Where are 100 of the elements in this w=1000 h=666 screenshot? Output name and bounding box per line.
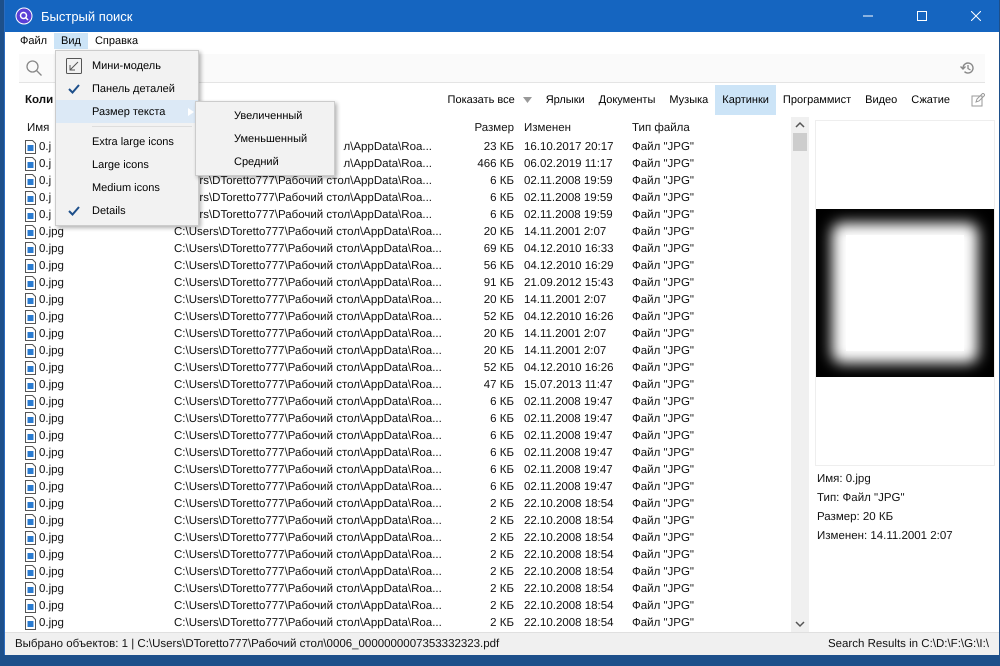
filter-tab[interactable]: Сжатие <box>904 85 957 115</box>
file-size: 6 КБ <box>489 464 515 476</box>
file-size: 6 КБ <box>489 430 515 442</box>
menu-option[interactable]: Details <box>56 199 198 222</box>
image-file-icon <box>25 310 36 324</box>
file-modified: 16.10.2017 20:17 <box>523 140 615 152</box>
file-name: 0.j <box>39 192 52 204</box>
file-modified: 22.10.2008 18:54 <box>523 600 615 612</box>
file-name: 0.jpg <box>39 260 64 272</box>
file-size: 2 КБ <box>489 548 515 560</box>
file-name: 0.jpg <box>39 242 64 254</box>
file-modified: 22.10.2008 18:54 <box>523 582 615 594</box>
filter-tab[interactable]: Ярлыки <box>538 85 592 115</box>
column-header[interactable]: Размер <box>440 122 520 134</box>
file-name: 0.jpg <box>39 480 64 492</box>
file-path: C:\Users\DToretto777\Рабочий стол\AppData\Roa... <box>174 548 442 560</box>
file-size: 2 КБ <box>489 616 515 628</box>
file-path: C:\Users\DToretto777\Рабочий стол\AppData\Roa... <box>174 532 442 544</box>
detail-line: Размер: 20 КБ <box>816 511 894 523</box>
filter-tab[interactable]: Программист <box>776 85 858 115</box>
menu-option[interactable]: Средний <box>196 150 334 173</box>
image-file-icon <box>25 412 36 426</box>
file-type: Файл "JPG" <box>631 532 695 544</box>
scroll-up-icon[interactable] <box>795 121 805 129</box>
file-modified: 02.11.2008 19:47 <box>523 480 614 492</box>
filter-tab[interactable]: Музыка <box>662 85 716 115</box>
filter-tab[interactable]: Видео <box>858 85 904 115</box>
image-file-icon <box>25 174 36 188</box>
menu-option[interactable]: Large icons <box>56 153 198 176</box>
file-modified: 15.07.2013 11:47 <box>523 378 614 390</box>
file-type: Файл "JPG" <box>631 158 695 170</box>
column-header[interactable]: Тип файла <box>628 122 708 134</box>
filter-tab[interactable]: Документы <box>592 85 662 115</box>
file-size: 20 КБ <box>482 328 515 340</box>
edit-icon[interactable] <box>971 93 985 107</box>
file-type: Файл "JPG" <box>631 310 695 322</box>
column-header[interactable]: Изменен <box>520 122 628 134</box>
file-name: 0.jpg <box>39 582 64 594</box>
file-type: Файл "JPG" <box>631 226 695 238</box>
file-size: 52 КБ <box>482 310 515 322</box>
file-type: Файл "JPG" <box>631 208 695 220</box>
image-file-icon <box>25 190 36 204</box>
file-name: 0.jpg <box>39 464 64 476</box>
file-path: C:\Users\DToretto777\Рабочий стол\AppData\Roa... <box>174 514 442 526</box>
image-file-icon <box>25 548 36 562</box>
scrollbar[interactable] <box>791 117 809 632</box>
image-file-icon <box>25 242 36 256</box>
file-size: 91 КБ <box>482 276 515 288</box>
file-name: 0.jpg <box>39 412 64 424</box>
image-file-icon <box>25 462 36 476</box>
file-modified: 04.12.2010 16:33 <box>523 242 615 254</box>
file-type: Файл "JPG" <box>631 480 695 492</box>
checkmark-icon <box>68 84 80 94</box>
file-path: rs\DToretto777\Рабочий стол\AppData\Roa... <box>199 192 432 204</box>
menu-item[interactable]: Файл <box>13 33 54 49</box>
file-path: л\AppData\Roa... <box>343 140 432 152</box>
scrollbar-thumb[interactable] <box>793 133 807 151</box>
menu-option[interactable]: Medium icons <box>56 176 198 199</box>
file-name: 0.jpg <box>39 378 64 390</box>
file-path: C:\Users\DToretto777\Рабочий стол\AppData\Roa... <box>174 226 442 238</box>
file-type: Файл "JPG" <box>631 430 695 442</box>
file-name: 0.jpg <box>39 446 64 458</box>
file-name: 0.jpg <box>39 616 64 628</box>
image-file-icon <box>25 514 36 528</box>
file-path: C:\Users\DToretto777\Рабочий стол\AppData\Roa... <box>174 328 442 340</box>
file-type: Файл "JPG" <box>631 412 695 424</box>
file-name: 0.jpg <box>39 294 64 306</box>
file-size: 6 КБ <box>489 480 515 492</box>
file-modified: 02.11.2008 19:47 <box>523 396 614 408</box>
menu-option[interactable]: Размер текста <box>56 100 198 123</box>
window-title: Быстрый поиск <box>41 8 134 24</box>
menu-option[interactable]: Уменьшенный <box>196 127 334 150</box>
image-file-icon <box>25 582 36 596</box>
menu-option[interactable]: Extra large icons <box>56 130 198 153</box>
file-modified: 02.11.2008 19:47 <box>523 412 614 424</box>
menu-option[interactable]: Панель деталей <box>56 77 198 100</box>
menu-item[interactable]: Вид <box>54 33 88 49</box>
file-name: 0.j <box>39 140 52 152</box>
image-file-icon <box>25 156 36 170</box>
filter-tab[interactable]: Картинки <box>715 85 776 115</box>
image-file-icon <box>25 276 36 290</box>
menu-option[interactable]: Увеличенный <box>196 104 334 127</box>
scroll-down-icon[interactable] <box>795 620 805 628</box>
file-size: 6 КБ <box>489 446 515 458</box>
filter-tab[interactable]: Показать все <box>440 85 539 115</box>
file-path: C:\Users\DToretto777\Рабочий стол\AppData\Roa... <box>174 600 442 612</box>
file-modified: 02.11.2008 19:59 <box>523 174 614 186</box>
status-text: Search Results in C:\D:\F:\G:\I:\ <box>828 638 989 650</box>
image-file-icon <box>25 394 36 408</box>
file-type: Файл "JPG" <box>631 242 695 254</box>
file-size: 6 КБ <box>489 396 515 408</box>
menu-item[interactable]: Справка <box>88 33 146 49</box>
image-file-icon <box>25 428 36 442</box>
file-type: Файл "JPG" <box>631 276 695 288</box>
file-name: 0.jpg <box>39 310 64 322</box>
file-size: 2 КБ <box>489 600 515 612</box>
menu-option[interactable]: Мини-модель <box>56 54 198 77</box>
file-path: C:\Users\DToretto777\Рабочий стол\AppData\Roa... <box>174 464 442 476</box>
file-path: C:\Users\DToretto777\Рабочий стол\AppData\Roa... <box>174 616 442 628</box>
file-modified: 22.10.2008 18:54 <box>523 498 615 510</box>
